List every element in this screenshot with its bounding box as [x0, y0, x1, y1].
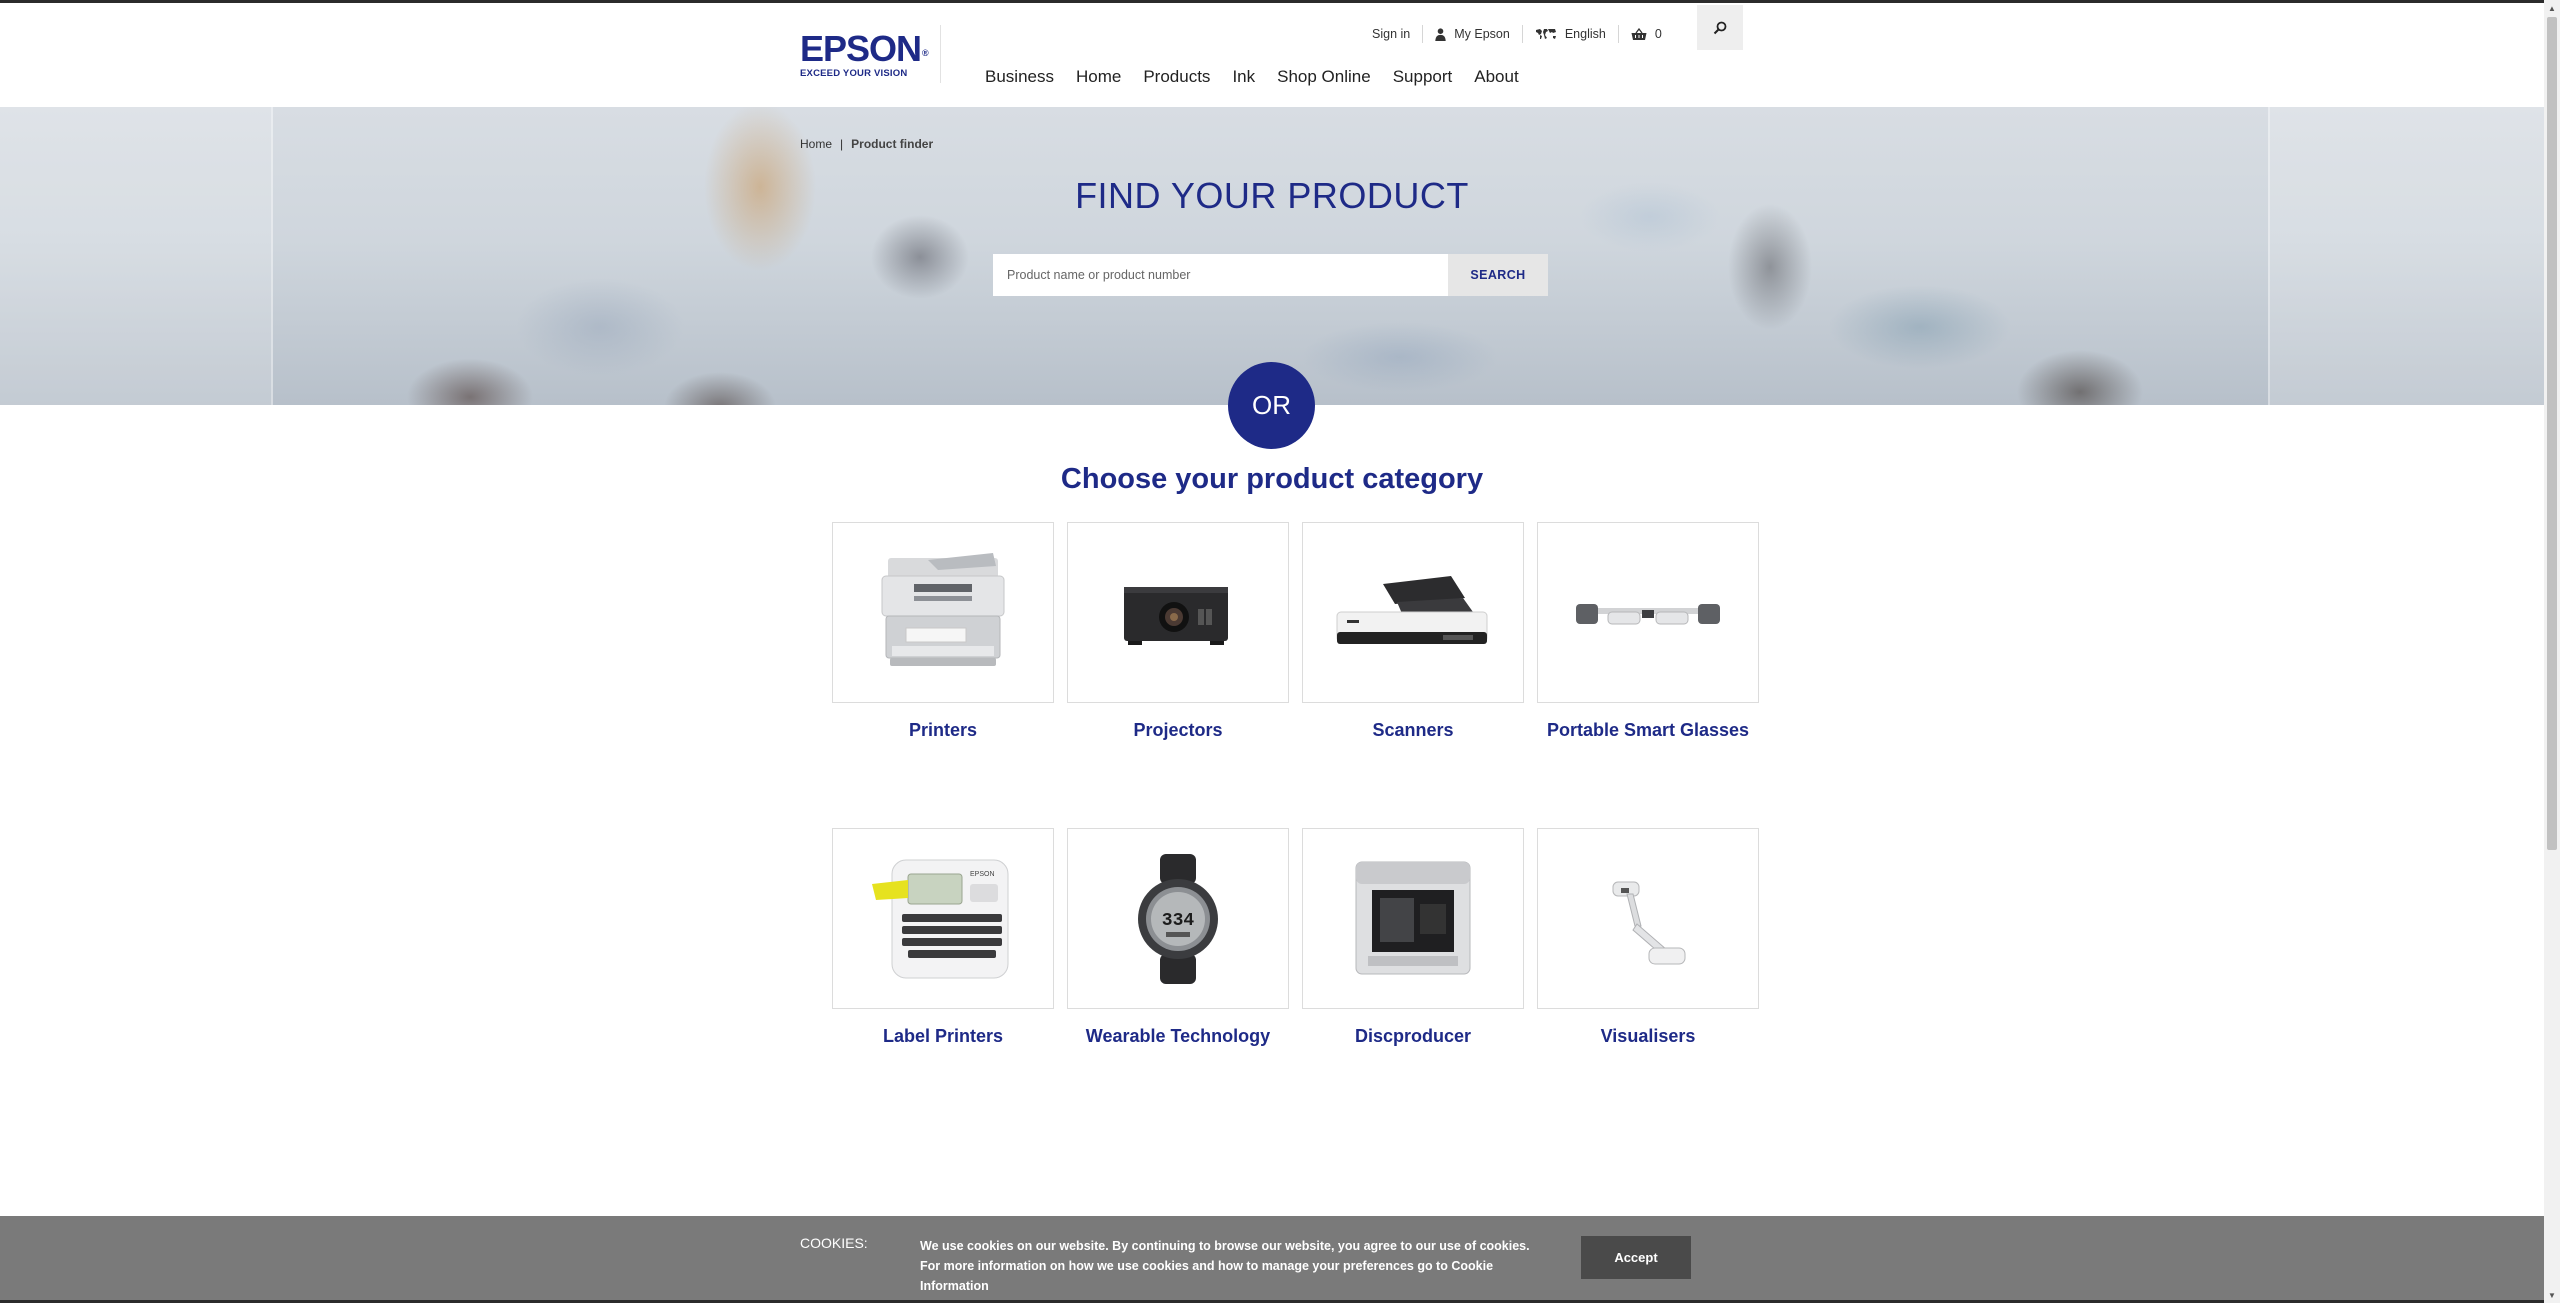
category-scanners[interactable]: Scanners — [1302, 522, 1524, 741]
category-image-box[interactable] — [1067, 522, 1289, 703]
nav-item-home[interactable]: Home — [1076, 65, 1121, 89]
category-label[interactable]: Printers — [832, 720, 1054, 741]
scrollbar-thumb[interactable] — [2547, 17, 2557, 850]
cookie-banner: COOKIES: We use cookies on our website. … — [0, 1216, 2544, 1303]
epson-logo[interactable]: EPSON® EXCEED YOUR VISION — [800, 28, 940, 80]
or-label: OR — [1252, 390, 1291, 420]
breadcrumb-separator: | — [840, 137, 844, 151]
watch-display-text: 334 — [1162, 911, 1195, 931]
label-printer-image: EPSON — [872, 859, 1009, 978]
my-epson-link[interactable]: My Epson — [1423, 24, 1522, 44]
scroll-up-arrow-icon[interactable]: ▲ — [2544, 0, 2560, 16]
category-printers[interactable]: Printers — [832, 522, 1054, 741]
category-label[interactable]: Portable Smart Glasses — [1537, 720, 1759, 741]
category-label[interactable]: Wearable Technology — [1067, 1026, 1289, 1047]
world-map-icon — [1535, 29, 1556, 39]
category-image-box[interactable] — [1537, 828, 1759, 1009]
hero-panel-edge — [271, 107, 273, 405]
category-heading: Choose your product category — [1060, 463, 1484, 495]
visualiser-image — [1612, 881, 1686, 964]
header-search-button[interactable] — [1697, 5, 1743, 50]
category-image-box[interactable] — [1537, 522, 1759, 703]
nav-item-products[interactable]: Products — [1143, 65, 1210, 89]
category-visualisers[interactable]: Visualisers — [1537, 828, 1759, 1047]
sign-in-link[interactable]: Sign in — [1360, 24, 1422, 44]
page-scrollbar[interactable]: ▲ ▼ — [2544, 0, 2560, 1303]
nav-item-ink[interactable]: Ink — [1232, 65, 1255, 89]
category-image-box[interactable] — [1302, 828, 1524, 1009]
product-search-button[interactable]: SEARCH — [1448, 254, 1548, 296]
or-divider: OR — [1228, 362, 1315, 449]
discproducer-image — [1355, 861, 1471, 974]
printer-image — [881, 552, 1005, 666]
smart-glasses-image — [1576, 603, 1720, 624]
language-label: English — [1564, 27, 1606, 41]
language-selector[interactable]: English — [1523, 24, 1618, 44]
category-image-box[interactable]: EPSON — [832, 828, 1054, 1009]
category-label[interactable]: Label Printers — [832, 1026, 1054, 1047]
product-search-form: SEARCH — [993, 254, 1548, 296]
category-label[interactable]: Projectors — [1067, 720, 1289, 741]
hero-panel-edge — [2268, 107, 2270, 405]
category-image-box[interactable] — [832, 522, 1054, 703]
category-wearable-technology[interactable]: 334 Wearable Technology — [1067, 828, 1289, 1047]
cookie-label: COOKIES: — [800, 1235, 868, 1251]
category-image-box[interactable] — [1302, 522, 1524, 703]
cart-link[interactable]: 0 — [1619, 24, 1674, 44]
nav-item-business[interactable]: Business — [985, 65, 1054, 89]
cart-count: 0 — [1654, 27, 1662, 41]
watch-image: 334 — [1138, 853, 1218, 984]
user-icon — [1435, 27, 1446, 41]
search-icon — [1713, 21, 1727, 34]
nav-item-support[interactable]: Support — [1393, 65, 1453, 89]
category-label-printers[interactable]: EPSON Label Printers — [832, 828, 1054, 1047]
page-title: FIND YOUR PRODUCT — [1075, 175, 1469, 216]
category-discproducer[interactable]: Discproducer — [1302, 828, 1524, 1047]
category-label[interactable]: Visualisers — [1537, 1026, 1759, 1047]
breadcrumb: Home | Product finder — [800, 137, 933, 151]
utility-bar: Sign in My Epson English 0 — [1360, 19, 1674, 49]
cookie-accept-button[interactable]: Accept — [1581, 1236, 1691, 1279]
hero-side-panel — [2270, 107, 2544, 405]
cookie-message: We use cookies on our website. By contin… — [920, 1236, 1540, 1296]
logo-wordmark: EPSON — [800, 28, 922, 69]
category-label[interactable]: Discproducer — [1302, 1026, 1524, 1047]
scanner-image — [1336, 575, 1488, 644]
category-image-box[interactable]: 334 — [1067, 828, 1289, 1009]
breadcrumb-current: Product finder — [851, 137, 934, 151]
site-header: EPSON® EXCEED YOUR VISION Sign in My Eps… — [0, 3, 2544, 107]
logo-divider — [940, 25, 941, 83]
basket-icon — [1631, 27, 1647, 40]
main-nav: Business Home Products Ink Shop Online S… — [985, 65, 1541, 89]
logo-tagline: EXCEED YOUR VISION — [800, 68, 908, 79]
hero-banner: Home | Product finder FIND YOUR PRODUCT … — [0, 107, 2544, 405]
category-projectors[interactable]: Projectors — [1067, 522, 1289, 741]
category-portable-smart-glasses[interactable]: Portable Smart Glasses — [1537, 522, 1759, 741]
label-printer-brand-text: EPSON — [970, 871, 995, 878]
nav-item-about[interactable]: About — [1474, 65, 1518, 89]
hero-side-panel — [0, 107, 271, 405]
breadcrumb-home[interactable]: Home — [800, 137, 832, 151]
projector-image — [1124, 586, 1228, 645]
product-search-input[interactable] — [993, 254, 1448, 296]
sign-in-label: Sign in — [1372, 27, 1411, 41]
category-label[interactable]: Scanners — [1302, 720, 1524, 741]
scroll-down-arrow-icon[interactable]: ▼ — [2544, 1287, 2560, 1303]
nav-item-shop-online[interactable]: Shop Online — [1277, 65, 1371, 89]
cookie-message-text: We use cookies on our website. By contin… — [920, 1239, 1530, 1273]
my-epson-label: My Epson — [1454, 27, 1510, 41]
